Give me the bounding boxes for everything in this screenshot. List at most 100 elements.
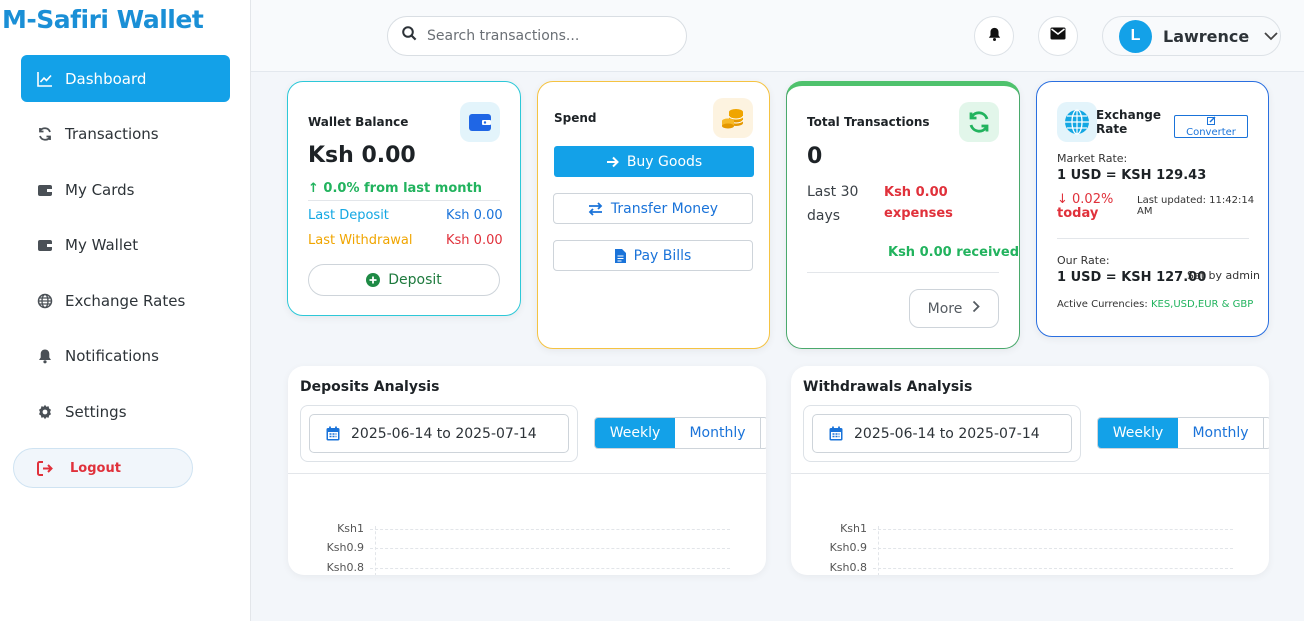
exchange-arrows-icon <box>588 201 603 216</box>
more-label: More <box>927 300 963 317</box>
wallet-balance-card: Wallet Balance Ksh 0.00 ↑ 0.0% from last… <box>287 81 521 316</box>
exchange-rate-card: Exchange Rate Converter Market Rate: 1 U… <box>1036 81 1269 337</box>
period-line-2: days <box>807 208 841 224</box>
expenses-label: expenses <box>884 206 953 221</box>
our-rate-label: Our Rate: <box>1057 254 1110 267</box>
wallet-icon <box>460 102 500 142</box>
chevron-right-icon <box>972 300 981 317</box>
date-range-picker[interactable]: 2025-06-14 to 2025-07-14 <box>812 414 1072 453</box>
buy-goods-button[interactable]: Buy Goods <box>554 146 754 177</box>
sidebar-item-settings[interactable]: Settings <box>21 389 230 436</box>
sidebar-item-label: Transactions <box>65 125 159 144</box>
grid-line <box>873 568 1233 569</box>
rate-change-period: today <box>1057 206 1099 221</box>
market-rate-value: 1 USD = KSH 129.43 <box>1057 168 1207 183</box>
active-currencies-value: KES,USD,EUR & GBP <box>1150 299 1254 310</box>
user-menu[interactable]: L Lawrence <box>1102 16 1281 56</box>
search-bar[interactable] <box>387 16 687 56</box>
date-range-wrapper: 2025-06-14 to 2025-07-14 <box>803 405 1081 462</box>
grid-line <box>370 568 730 569</box>
weekly-toggle[interactable]: Weekly <box>595 418 675 448</box>
avatar: L <box>1119 19 1152 53</box>
sidebar-item-notifications[interactable]: Notifications <box>21 333 230 380</box>
more-button[interactable]: More <box>909 289 999 328</box>
sidebar-item-dashboard[interactable]: Dashboard <box>21 55 230 102</box>
grid-line <box>873 548 1233 549</box>
card-title: Wallet Balance <box>308 115 409 129</box>
divider <box>1057 238 1249 239</box>
sidebar-item-label: My Wallet <box>65 236 139 255</box>
logout-button[interactable]: Logout <box>13 448 193 488</box>
last-withdrawal-label: Last Withdrawal <box>308 233 413 248</box>
date-range-picker[interactable]: 2025-06-14 to 2025-07-14 <box>309 414 569 453</box>
user-name: Lawrence <box>1163 26 1250 46</box>
bell-icon <box>37 348 53 364</box>
y-tick-label: Ksh1 <box>840 522 867 535</box>
notifications-button[interactable] <box>974 16 1014 56</box>
divider <box>288 473 766 474</box>
period-toggle: Weekly Monthly <box>594 417 766 449</box>
card-title-line-2: Rate <box>1096 122 1128 136</box>
sidebar-nav: Dashboard Transactions My Cards My Walle… <box>21 55 230 444</box>
top-header: L Lawrence <box>251 0 1304 72</box>
gear-icon <box>37 404 53 420</box>
toggle-overflow <box>1264 418 1269 448</box>
date-range-wrapper: 2025-06-14 to 2025-07-14 <box>300 405 578 462</box>
last-updated-suffix: AM <box>1137 206 1153 217</box>
wallet-icon <box>37 237 53 253</box>
sidebar-item-label: Exchange Rates <box>65 291 186 310</box>
messages-button[interactable] <box>1038 16 1078 56</box>
monthly-toggle[interactable]: Monthly <box>1178 418 1264 448</box>
sign-out-icon <box>37 460 54 476</box>
deposit-label: Deposit <box>388 272 442 288</box>
y-tick-label: Ksh1 <box>337 522 364 535</box>
sidebar-item-exchange-rates[interactable]: Exchange Rates <box>21 277 230 324</box>
monthly-toggle[interactable]: Monthly <box>675 418 761 448</box>
divider <box>807 272 999 273</box>
chevron-down-icon <box>1263 31 1279 41</box>
y-axis-line <box>878 526 879 575</box>
grid-line <box>370 529 730 530</box>
transaction-count: 0 <box>807 144 823 169</box>
y-tick-label: Ksh0.9 <box>829 541 867 554</box>
period-toggle: Weekly Monthly <box>1097 417 1269 449</box>
toggle-overflow <box>761 418 766 448</box>
coins-icon <box>713 98 753 138</box>
received-value: Ksh 0.00 received <box>888 245 1019 260</box>
set-by-admin: Set by admin <box>1187 269 1261 282</box>
arrow-right-icon <box>606 156 619 168</box>
active-currencies: Active Currencies: KES,USD,EUR & GBP <box>1057 299 1253 310</box>
withdrawals-analysis-panel: Withdrawals Analysis 2025-06-14 to 2025-… <box>791 366 1269 575</box>
panel-title: Deposits Analysis <box>300 379 440 395</box>
sync-icon <box>959 102 999 142</box>
last-updated: Last updated: 11:42:14 <box>1137 195 1255 206</box>
brand-logo-text: M-Safiri Wallet <box>2 5 204 34</box>
sidebar-item-transactions[interactable]: Transactions <box>21 111 230 158</box>
envelope-icon <box>1050 27 1066 45</box>
balance-change: ↑ 0.0% from last month <box>308 181 482 196</box>
pay-bills-button[interactable]: Pay Bills <box>553 240 753 271</box>
spend-card: Spend Buy Goods Transfer Money Pay Bills <box>537 81 770 349</box>
deposits-analysis-panel: Deposits Analysis 2025-06-14 to 2025-07-… <box>288 366 766 575</box>
transfer-money-button[interactable]: Transfer Money <box>553 193 753 224</box>
search-icon <box>402 26 417 46</box>
sidebar-item-label: My Cards <box>65 180 135 199</box>
converter-button[interactable]: Converter <box>1174 115 1248 138</box>
search-input[interactable] <box>427 28 667 44</box>
plus-circle-icon <box>366 273 381 287</box>
sidebar-item-my-cards[interactable]: My Cards <box>21 166 230 213</box>
last-withdrawal-value: Ksh 0.00 <box>446 233 503 248</box>
weekly-toggle[interactable]: Weekly <box>1098 418 1178 448</box>
period-line-1: Last 30 <box>807 184 859 200</box>
rate-change: ↓ 0.02% <box>1057 192 1114 207</box>
sidebar-item-my-wallet[interactable]: My Wallet <box>21 222 230 269</box>
converter-label: Converter <box>1186 126 1236 138</box>
wallet-balance: Ksh 0.00 <box>308 143 416 168</box>
globe-icon <box>37 293 53 309</box>
panel-title: Withdrawals Analysis <box>803 379 973 395</box>
y-tick-label: Ksh0.9 <box>326 541 364 554</box>
our-rate-value: 1 USD = KSH 127.00 <box>1057 270 1207 285</box>
card-title-line-1: Exchange <box>1096 108 1161 122</box>
y-tick-label: Ksh0.8 <box>326 561 364 574</box>
deposit-button[interactable]: Deposit <box>308 264 500 296</box>
